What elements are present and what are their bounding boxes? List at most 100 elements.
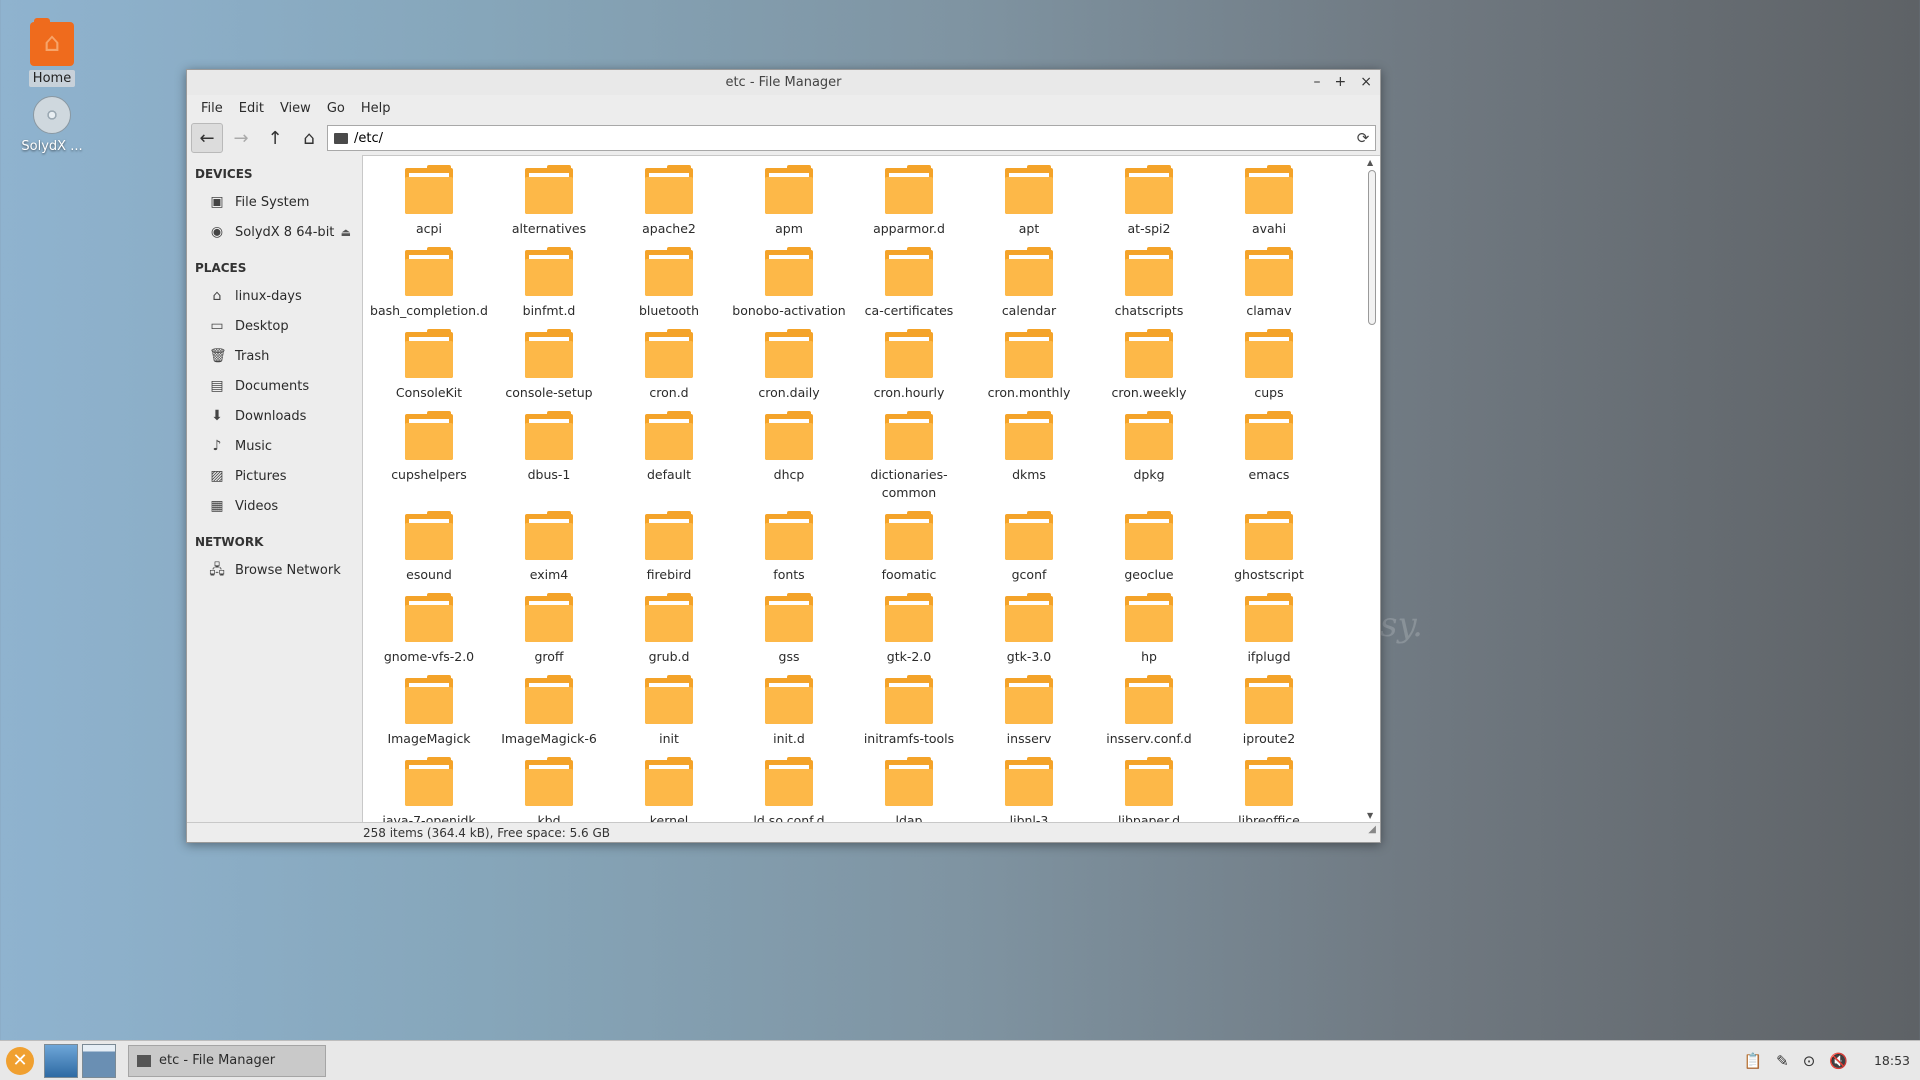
folder-item[interactable]: geoclue xyxy=(1089,510,1209,584)
desktop-icon-home[interactable]: Home xyxy=(7,18,97,87)
folder-item[interactable]: bash_completion.d xyxy=(369,246,489,320)
resize-grip-icon[interactable]: ◢ xyxy=(1368,820,1376,840)
up-button[interactable]: ↑ xyxy=(259,123,291,153)
close-button[interactable]: × xyxy=(1360,70,1372,95)
folder-item[interactable]: gnome-vfs-2.0 xyxy=(369,592,489,666)
window-switcher-launcher[interactable] xyxy=(82,1043,116,1078)
folder-item[interactable]: dictionaries-common xyxy=(849,410,969,502)
folder-item[interactable]: ImageMagick xyxy=(369,674,489,748)
eject-icon[interactable]: ⏏ xyxy=(341,226,351,239)
folder-item[interactable]: binfmt.d xyxy=(489,246,609,320)
folder-item[interactable]: gtk-3.0 xyxy=(969,592,1089,666)
folder-item[interactable]: esound xyxy=(369,510,489,584)
folder-item[interactable]: libnl-3 xyxy=(969,756,1089,822)
sidebar-item-browse-network[interactable]: 🖧 Browse Network xyxy=(187,555,357,585)
folder-item[interactable]: groff xyxy=(489,592,609,666)
menu-help[interactable]: Help xyxy=(353,101,399,116)
folder-item[interactable]: gss xyxy=(729,592,849,666)
sidebar-item-file-system[interactable]: ▣ File System xyxy=(187,187,357,217)
folder-item[interactable]: cron.monthly xyxy=(969,328,1089,402)
folder-item[interactable]: cupshelpers xyxy=(369,410,489,502)
folder-item[interactable]: cron.weekly xyxy=(1089,328,1209,402)
folder-item[interactable]: gtk-2.0 xyxy=(849,592,969,666)
folder-item[interactable]: libreoffice xyxy=(1209,756,1329,822)
sidebar-item-linux-days[interactable]: ⌂ linux-days xyxy=(187,281,357,311)
minimize-button[interactable]: – xyxy=(1314,70,1321,95)
folder-item[interactable]: dpkg xyxy=(1089,410,1209,502)
taskbar-window-button[interactable]: etc - File Manager xyxy=(128,1044,326,1077)
folder-item[interactable]: iproute2 xyxy=(1209,674,1329,748)
folder-item[interactable]: ldap xyxy=(849,756,969,822)
folder-item[interactable]: grub.d xyxy=(609,592,729,666)
folder-item[interactable]: clamav xyxy=(1209,246,1329,320)
forward-button[interactable]: → xyxy=(225,123,257,153)
folder-item[interactable]: dhcp xyxy=(729,410,849,502)
scroll-down-icon[interactable]: ▼ xyxy=(1367,811,1373,820)
folder-item[interactable]: acpi xyxy=(369,164,489,238)
folder-item[interactable]: firebird xyxy=(609,510,729,584)
folder-item[interactable]: init.d xyxy=(729,674,849,748)
clock[interactable]: 18:53 xyxy=(1874,1053,1910,1068)
folder-item[interactable]: exim4 xyxy=(489,510,609,584)
folder-item[interactable]: apt xyxy=(969,164,1089,238)
folder-item[interactable]: cups xyxy=(1209,328,1329,402)
location-input[interactable] xyxy=(354,130,1351,146)
folder-item[interactable]: hp xyxy=(1089,592,1209,666)
folder-item[interactable]: bluetooth xyxy=(609,246,729,320)
folder-item[interactable]: avahi xyxy=(1209,164,1329,238)
folder-item[interactable]: calendar xyxy=(969,246,1089,320)
start-menu-button[interactable]: ✕ xyxy=(0,1041,40,1080)
sidebar-item-documents[interactable]: ▤ Documents xyxy=(187,371,357,401)
sidebar-item-videos[interactable]: ▦ Videos xyxy=(187,491,357,521)
folder-item[interactable]: kbd xyxy=(489,756,609,822)
network-disconnected-icon[interactable]: ✎ xyxy=(1776,1052,1789,1070)
folder-item[interactable]: foomatic xyxy=(849,510,969,584)
folder-item[interactable]: libpaper.d xyxy=(1089,756,1209,822)
folder-item[interactable]: fonts xyxy=(729,510,849,584)
back-button[interactable]: ← xyxy=(191,123,223,153)
folder-item[interactable]: apparmor.d xyxy=(849,164,969,238)
vertical-scrollbar[interactable]: ▲ ▼ xyxy=(1364,156,1380,822)
folder-item[interactable]: cron.hourly xyxy=(849,328,969,402)
sidebar-item-desktop[interactable]: ▭ Desktop xyxy=(187,311,357,341)
folder-item[interactable]: ghostscript xyxy=(1209,510,1329,584)
folder-item[interactable]: ConsoleKit xyxy=(369,328,489,402)
folder-item[interactable]: ImageMagick-6 xyxy=(489,674,609,748)
volume-muted-icon[interactable]: 🔇 xyxy=(1829,1052,1848,1070)
folder-item[interactable]: dkms xyxy=(969,410,1089,502)
desktop-icon-solydx[interactable]: SolydX ... xyxy=(7,96,97,155)
folder-item[interactable]: apache2 xyxy=(609,164,729,238)
folder-item[interactable]: ifplugd xyxy=(1209,592,1329,666)
menu-view[interactable]: View xyxy=(272,101,319,116)
folder-item[interactable]: bonobo-activation xyxy=(729,246,849,320)
folder-item[interactable]: cron.d xyxy=(609,328,729,402)
folder-item[interactable]: java-7-openjdk xyxy=(369,756,489,822)
folder-item[interactable]: insserv xyxy=(969,674,1089,748)
titlebar[interactable]: etc - File Manager – + × xyxy=(187,70,1380,95)
folder-item[interactable]: init xyxy=(609,674,729,748)
sidebar-item-trash[interactable]: 🗑 Trash xyxy=(187,341,357,371)
sidebar-item-pictures[interactable]: ▨ Pictures xyxy=(187,461,357,491)
scrollbar-thumb[interactable] xyxy=(1368,170,1376,325)
sidebar-item-downloads[interactable]: ⬇ Downloads xyxy=(187,401,357,431)
folder-item[interactable]: apm xyxy=(729,164,849,238)
folder-item[interactable]: dbus-1 xyxy=(489,410,609,502)
show-desktop-launcher[interactable] xyxy=(44,1043,78,1078)
folder-item[interactable]: alternatives xyxy=(489,164,609,238)
folder-item[interactable]: ld.so.conf.d xyxy=(729,756,849,822)
folder-item[interactable]: insserv.conf.d xyxy=(1089,674,1209,748)
folder-item[interactable]: default xyxy=(609,410,729,502)
folder-item[interactable]: cron.daily xyxy=(729,328,849,402)
home-button[interactable]: ⌂ xyxy=(293,123,325,153)
folder-item[interactable]: console-setup xyxy=(489,328,609,402)
maximize-button[interactable]: + xyxy=(1335,70,1347,95)
chat-icon[interactable]: ⊙ xyxy=(1803,1052,1816,1070)
menu-edit[interactable]: Edit xyxy=(231,101,272,116)
reload-icon[interactable]: ⟳ xyxy=(1351,129,1375,147)
scroll-up-icon[interactable]: ▲ xyxy=(1367,158,1373,167)
sidebar-item-solydx[interactable]: ◉ SolydX 8 64-bit ⏏ xyxy=(187,217,357,247)
folder-item[interactable]: gconf xyxy=(969,510,1089,584)
folder-item[interactable]: ca-certificates xyxy=(849,246,969,320)
folder-item[interactable]: initramfs-tools xyxy=(849,674,969,748)
folder-item[interactable]: chatscripts xyxy=(1089,246,1209,320)
